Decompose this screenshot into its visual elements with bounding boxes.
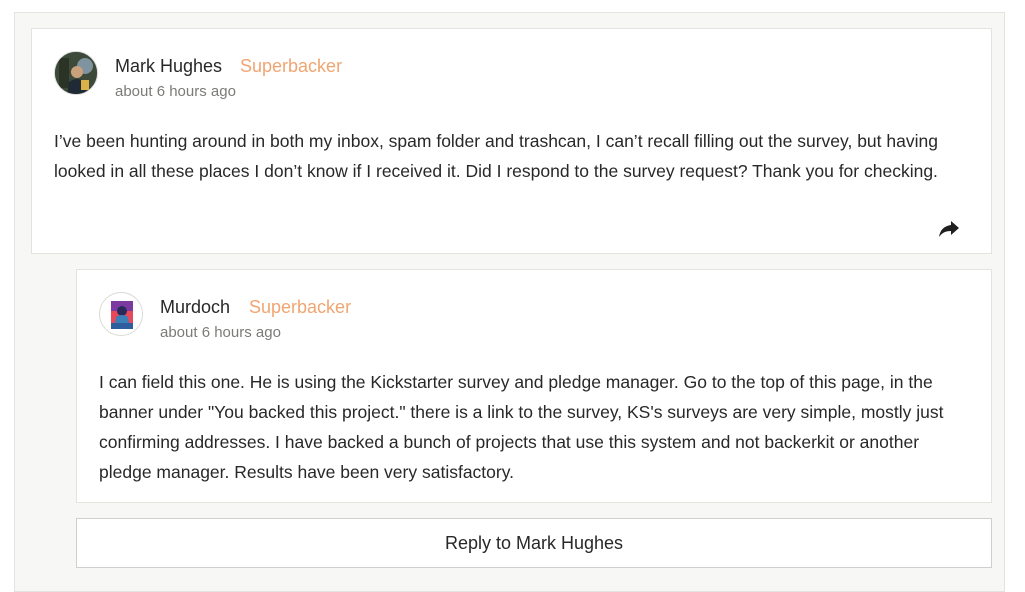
reply-author-name[interactable]: Murdoch [160,297,230,318]
reply-to-comment-button[interactable]: Reply to Mark Hughes [76,518,992,568]
comment-author-name[interactable]: Mark Hughes [115,56,222,77]
user-photo-icon [101,294,142,335]
superbacker-badge: Superbacker [249,297,352,317]
share-button[interactable] [938,219,964,241]
user-photo-icon [55,52,97,94]
comment-timestamp[interactable]: about 6 hours ago [115,83,236,100]
comment-thread: Mark Hughes Superbacker about 6 hours ag… [14,12,1005,592]
comment-body: I’ve been hunting around in both my inbo… [54,131,938,181]
reply-author-avatar[interactable] [99,292,143,336]
share-arrow-icon [939,221,959,237]
author-avatar[interactable] [54,51,98,95]
reply-card: Murdoch Superbacker about 6 hours ago I … [76,269,992,503]
reply-timestamp[interactable]: about 6 hours ago [160,324,281,341]
comment-card: Mark Hughes Superbacker about 6 hours ag… [31,28,992,254]
reply-body: I can field this one. He is using the Ki… [99,372,944,482]
superbacker-badge: Superbacker [240,56,343,76]
